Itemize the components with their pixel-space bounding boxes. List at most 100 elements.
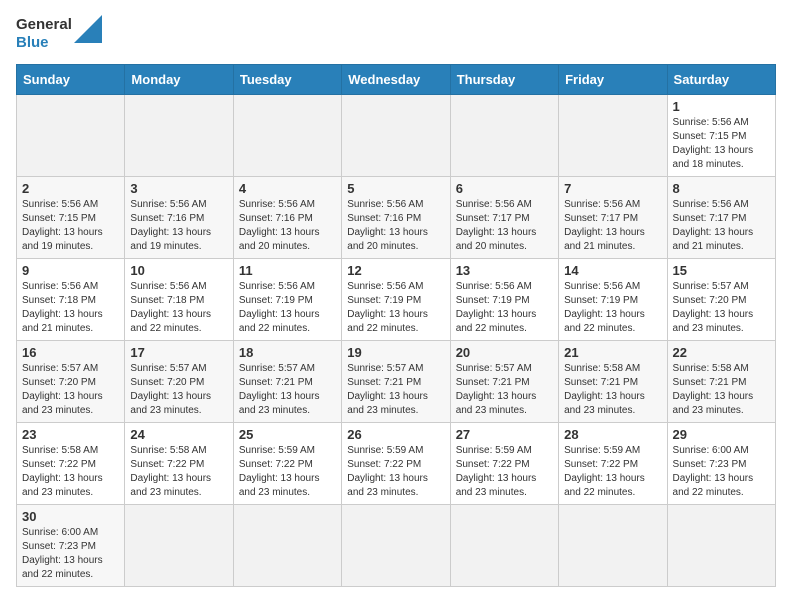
calendar-day-cell: 5 Sunrise: 5:56 AM Sunset: 7:16 PM Daylig… <box>342 177 450 259</box>
calendar-day-cell: 8 Sunrise: 5:56 AM Sunset: 7:17 PM Daylig… <box>667 177 775 259</box>
calendar-day-cell: 30Sunrise: 6:00 AM Sunset: 7:23 PM Dayli… <box>17 505 125 587</box>
day-number: 16 <box>22 345 119 360</box>
calendar-day-cell: 9 Sunrise: 5:56 AM Sunset: 7:18 PM Daylig… <box>17 259 125 341</box>
day-number: 19 <box>347 345 444 360</box>
calendar-day-cell <box>125 95 233 177</box>
day-number: 12 <box>347 263 444 278</box>
calendar-day-cell <box>559 505 667 587</box>
logo: General Blue <box>16 16 102 52</box>
calendar-day-cell: 4 Sunrise: 5:56 AM Sunset: 7:16 PM Daylig… <box>233 177 341 259</box>
day-number: 13 <box>456 263 553 278</box>
day-info: Sunrise: 5:56 AM Sunset: 7:19 PM Dayligh… <box>456 280 553 336</box>
header-saturday: Saturday <box>667 65 775 95</box>
day-number: 9 <box>22 263 119 278</box>
calendar-day-cell: 16Sunrise: 5:57 AM Sunset: 7:20 PM Dayli… <box>17 341 125 423</box>
day-info: Sunrise: 5:57 AM Sunset: 7:21 PM Dayligh… <box>347 362 444 418</box>
calendar-day-cell: 28 Sunrise: 5:59 AM Sunset: 7:22 PM Dayli… <box>559 423 667 505</box>
day-info: Sunrise: 5:56 AM Sunset: 7:19 PM Dayligh… <box>564 280 661 336</box>
day-info: Sunrise: 5:56 AM Sunset: 7:17 PM Dayligh… <box>456 198 553 254</box>
day-number: 2 <box>22 181 119 196</box>
header-friday: Friday <box>559 65 667 95</box>
day-number: 25 <box>239 427 336 442</box>
day-number: 28 <box>564 427 661 442</box>
day-info: Sunrise: 5:56 AM Sunset: 7:16 PM Dayligh… <box>239 198 336 254</box>
calendar-table: SundayMondayTuesdayWednesdayThursdayFrid… <box>16 64 776 587</box>
calendar-body: 1Sunrise: 5:56 AM Sunset: 7:15 PM Daylig… <box>17 95 776 587</box>
calendar-day-cell <box>450 505 558 587</box>
day-number: 30 <box>22 509 119 524</box>
day-info: Sunrise: 5:56 AM Sunset: 7:16 PM Dayligh… <box>347 198 444 254</box>
calendar-day-cell: 3Sunrise: 5:56 AM Sunset: 7:16 PM Daylig… <box>125 177 233 259</box>
day-info: Sunrise: 5:56 AM Sunset: 7:17 PM Dayligh… <box>673 198 770 254</box>
calendar-day-cell: 25 Sunrise: 5:59 AM Sunset: 7:22 PM Dayli… <box>233 423 341 505</box>
calendar-day-cell: 13 Sunrise: 5:56 AM Sunset: 7:19 PM Dayli… <box>450 259 558 341</box>
day-info: Sunrise: 5:57 AM Sunset: 7:21 PM Dayligh… <box>456 362 553 418</box>
day-number: 15 <box>673 263 770 278</box>
day-info: Sunrise: 5:58 AM Sunset: 7:21 PM Dayligh… <box>564 362 661 418</box>
day-number: 1 <box>673 99 770 114</box>
header-sunday: Sunday <box>17 65 125 95</box>
day-number: 22 <box>673 345 770 360</box>
calendar-day-cell: 15 Sunrise: 5:57 AM Sunset: 7:20 PM Dayli… <box>667 259 775 341</box>
day-number: 5 <box>347 181 444 196</box>
day-number: 24 <box>130 427 227 442</box>
calendar-week-row: 2Sunrise: 5:56 AM Sunset: 7:15 PM Daylig… <box>17 177 776 259</box>
calendar-header: SundayMondayTuesdayWednesdayThursdayFrid… <box>17 65 776 95</box>
calendar-day-cell <box>17 95 125 177</box>
calendar-week-row: 1Sunrise: 5:56 AM Sunset: 7:15 PM Daylig… <box>17 95 776 177</box>
day-info: Sunrise: 5:56 AM Sunset: 7:18 PM Dayligh… <box>22 280 119 336</box>
calendar-week-row: 16 Sunrise: 5:57 AM Sunset: 7:20 PM Dayli… <box>17 341 776 423</box>
day-info: Sunrise: 5:57 AM Sunset: 7:20 PM Dayligh… <box>673 280 770 336</box>
calendar-day-cell: 21Sunrise: 5:58 AM Sunset: 7:21 PM Dayli… <box>559 341 667 423</box>
calendar-day-cell <box>233 505 341 587</box>
calendar-day-cell: 11Sunrise: 5:56 AM Sunset: 7:19 PM Dayli… <box>233 259 341 341</box>
calendar-day-cell: 23 Sunrise: 5:58 AM Sunset: 7:22 PM Dayli… <box>17 423 125 505</box>
day-number: 6 <box>456 181 553 196</box>
calendar-day-cell <box>233 95 341 177</box>
logo-text: General Blue <box>16 16 72 52</box>
day-number: 14 <box>564 263 661 278</box>
day-info: Sunrise: 5:57 AM Sunset: 7:20 PM Dayligh… <box>130 362 227 418</box>
day-number: 10 <box>130 263 227 278</box>
day-info: Sunrise: 5:59 AM Sunset: 7:22 PM Dayligh… <box>239 444 336 500</box>
day-info: Sunrise: 5:57 AM Sunset: 7:21 PM Dayligh… <box>239 362 336 418</box>
calendar-day-cell: 22 Sunrise: 5:58 AM Sunset: 7:21 PM Dayli… <box>667 341 775 423</box>
calendar-day-cell: 19 Sunrise: 5:57 AM Sunset: 7:21 PM Dayli… <box>342 341 450 423</box>
calendar-day-cell: 1Sunrise: 5:56 AM Sunset: 7:15 PM Daylig… <box>667 95 775 177</box>
calendar-day-cell <box>667 505 775 587</box>
header-monday: Monday <box>125 65 233 95</box>
logo-triangle-icon <box>74 15 102 43</box>
header-wednesday: Wednesday <box>342 65 450 95</box>
day-info: Sunrise: 5:56 AM Sunset: 7:19 PM Dayligh… <box>347 280 444 336</box>
calendar-week-row: 30Sunrise: 6:00 AM Sunset: 7:23 PM Dayli… <box>17 505 776 587</box>
day-number: 8 <box>673 181 770 196</box>
day-number: 20 <box>456 345 553 360</box>
day-info: Sunrise: 5:56 AM Sunset: 7:17 PM Dayligh… <box>564 198 661 254</box>
day-info: Sunrise: 5:56 AM Sunset: 7:19 PM Dayligh… <box>239 280 336 336</box>
calendar-day-cell: 6 Sunrise: 5:56 AM Sunset: 7:17 PM Daylig… <box>450 177 558 259</box>
day-number: 4 <box>239 181 336 196</box>
day-number: 18 <box>239 345 336 360</box>
day-info: Sunrise: 6:00 AM Sunset: 7:23 PM Dayligh… <box>673 444 770 500</box>
calendar-day-cell: 18 Sunrise: 5:57 AM Sunset: 7:21 PM Dayli… <box>233 341 341 423</box>
calendar-day-cell <box>125 505 233 587</box>
day-info: Sunrise: 5:58 AM Sunset: 7:21 PM Dayligh… <box>673 362 770 418</box>
calendar-week-row: 23 Sunrise: 5:58 AM Sunset: 7:22 PM Dayli… <box>17 423 776 505</box>
calendar-day-cell: 14 Sunrise: 5:56 AM Sunset: 7:19 PM Dayli… <box>559 259 667 341</box>
calendar-day-cell <box>342 505 450 587</box>
calendar-day-cell: 27Sunrise: 5:59 AM Sunset: 7:22 PM Dayli… <box>450 423 558 505</box>
calendar-day-cell <box>450 95 558 177</box>
calendar-week-row: 9 Sunrise: 5:56 AM Sunset: 7:18 PM Daylig… <box>17 259 776 341</box>
day-info: Sunrise: 5:58 AM Sunset: 7:22 PM Dayligh… <box>130 444 227 500</box>
day-number: 27 <box>456 427 553 442</box>
header-row: SundayMondayTuesdayWednesdayThursdayFrid… <box>17 65 776 95</box>
header-thursday: Thursday <box>450 65 558 95</box>
day-number: 17 <box>130 345 227 360</box>
calendar-day-cell <box>342 95 450 177</box>
calendar-day-cell: 17 Sunrise: 5:57 AM Sunset: 7:20 PM Dayli… <box>125 341 233 423</box>
calendar-day-cell: 26Sunrise: 5:59 AM Sunset: 7:22 PM Dayli… <box>342 423 450 505</box>
calendar-day-cell: 24 Sunrise: 5:58 AM Sunset: 7:22 PM Dayli… <box>125 423 233 505</box>
day-info: Sunrise: 5:58 AM Sunset: 7:22 PM Dayligh… <box>22 444 119 500</box>
day-info: Sunrise: 5:59 AM Sunset: 7:22 PM Dayligh… <box>564 444 661 500</box>
day-number: 23 <box>22 427 119 442</box>
